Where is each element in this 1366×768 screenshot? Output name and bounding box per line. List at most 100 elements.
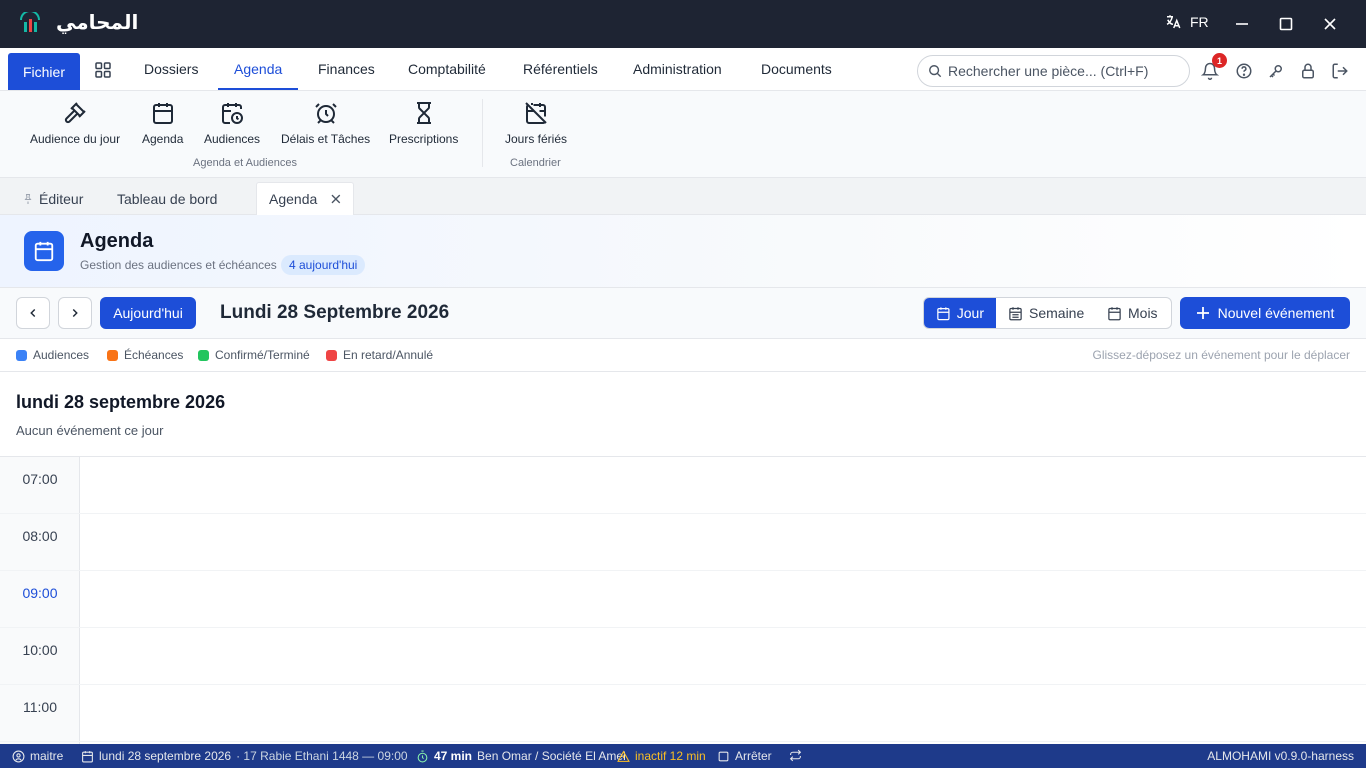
hour-slot[interactable]: 07:00: [0, 457, 1366, 514]
new-event-button[interactable]: Nouvel événement: [1180, 297, 1350, 329]
ribbon-jours-feries[interactable]: Jours fériés: [505, 101, 567, 151]
view-label: Semaine: [1029, 305, 1085, 321]
legend-dot: [107, 349, 118, 361]
ribbon-label: Délais et Tâches: [281, 132, 371, 146]
ribbon-audiences[interactable]: Audiences: [204, 101, 260, 151]
document-tabs: Éditeur Tableau de bord Agenda: [0, 178, 1366, 215]
timer-icon: [417, 750, 428, 762]
legend-dot: [16, 349, 27, 361]
legend-audiences: Audiences: [16, 348, 89, 362]
search-placeholder: Rechercher une pièce... (Ctrl+F): [948, 63, 1149, 79]
tab-agenda[interactable]: Agenda: [256, 182, 354, 215]
view-switcher: Jour Semaine Mois: [923, 297, 1172, 329]
legend-label: Audiences: [33, 348, 90, 362]
hour-slot[interactable]: 09:00: [0, 571, 1366, 628]
legend-label: En retard/Annulé: [343, 348, 434, 362]
status-client: Ben Omar / Société El Amel: [477, 749, 626, 763]
ribbon-prescriptions[interactable]: Prescriptions: [389, 101, 458, 151]
tab-close-icon[interactable]: [331, 194, 341, 204]
today-button[interactable]: Aujourd'hui: [100, 297, 196, 329]
stop-icon: [718, 751, 729, 761]
calendar-icon: [937, 306, 950, 320]
view-semaine-button[interactable]: Semaine: [996, 298, 1096, 328]
drag-hint: Glissez-déposez un événement pour le dép…: [1092, 348, 1350, 362]
maximize-icon: [1279, 17, 1293, 31]
pin-icon: [24, 193, 32, 204]
minimize-icon: [1236, 23, 1248, 25]
hour-slot[interactable]: 11:00: [0, 685, 1366, 742]
calendar-icon: [34, 241, 54, 262]
legend-dot: [198, 349, 209, 361]
close-button[interactable]: [1318, 12, 1342, 36]
status-user-name: maitre: [30, 749, 64, 763]
switch-timer-button[interactable]: [789, 749, 802, 762]
menu-comptabilite[interactable]: Comptabilité: [408, 48, 486, 90]
legend-dot: [326, 349, 337, 361]
menu-documents[interactable]: Documents: [761, 48, 832, 90]
menu-agenda[interactable]: Agenda: [234, 48, 282, 90]
menu-administration[interactable]: Administration: [633, 48, 722, 90]
menu-referentiels[interactable]: Référentiels: [523, 48, 598, 90]
ribbon-audience-du-jour[interactable]: Audience du jour: [30, 101, 120, 151]
user-icon: [12, 750, 25, 762]
calendar-icon: [82, 750, 93, 762]
legend-bar: Audiences Échéances Confirmé/Terminé En …: [0, 339, 1366, 372]
ribbon-group-calendrier: Calendrier: [510, 157, 561, 169]
current-date-title: Lundi 28 Septembre 2026: [220, 302, 450, 323]
tab-editeur[interactable]: Éditeur: [22, 182, 83, 215]
status-bar: maitre lundi 28 septembre 2026 · 17 Rabi…: [0, 744, 1366, 768]
calendar-month-icon: [1108, 306, 1121, 320]
status-hijri-date: · 17 Rabie Ethani 1448 — 09:00: [236, 749, 408, 763]
menu-active-indicator: [218, 88, 298, 90]
status-timer: 47 min Ben Omar / Société El Amel: [416, 749, 626, 763]
page-header: Agenda Gestion des audiences et échéance…: [0, 215, 1366, 288]
calendar-icon: [152, 103, 173, 124]
apps-grid-icon[interactable]: [94, 61, 112, 79]
menu-dossiers[interactable]: Dossiers: [144, 48, 198, 90]
status-inactive: inactif 12 min: [617, 749, 706, 763]
stop-timer-button[interactable]: Arrêter: [717, 749, 772, 763]
close-icon: [1324, 18, 1336, 30]
next-button[interactable]: [58, 297, 92, 329]
plus-icon: [1196, 307, 1209, 319]
key-icon[interactable]: [1267, 62, 1285, 80]
legend-label: Échéances: [124, 348, 184, 362]
warning-icon: [617, 750, 630, 762]
ribbon-delais-taches[interactable]: Délais et Tâches: [281, 101, 370, 151]
status-date-text: lundi 28 septembre 2026: [99, 749, 232, 763]
menu-finances[interactable]: Finances: [318, 48, 375, 90]
prev-button[interactable]: [16, 297, 50, 329]
legend-label: Confirmé/Terminé: [215, 348, 310, 362]
ribbon-label: Audiences: [204, 132, 261, 146]
day-time-grid: 07:00 08:00 09:00 10:00 11:00: [0, 457, 1366, 744]
app-version: ALMOHAMI v0.9.0-harness: [1207, 749, 1354, 763]
tab-tableau-de-bord[interactable]: Tableau de bord: [117, 182, 217, 215]
today-count-badge: 4 aujourd'hui: [281, 255, 366, 275]
page-subtitle: Gestion des audiences et échéances: [80, 258, 277, 272]
notification-badge: 1: [1212, 53, 1227, 68]
menu-fichier[interactable]: Fichier: [8, 53, 80, 90]
view-jour-button[interactable]: Jour: [924, 298, 996, 328]
ribbon-label: Audience du jour: [30, 132, 121, 146]
help-icon[interactable]: [1235, 62, 1253, 80]
hour-label: 11:00: [23, 699, 57, 715]
legend-echeances: Échéances: [107, 348, 183, 362]
legend-en-retard: En retard/Annulé: [326, 348, 433, 362]
logout-icon[interactable]: [1331, 62, 1349, 80]
hour-slot[interactable]: 10:00: [0, 628, 1366, 685]
minimize-button[interactable]: [1230, 12, 1254, 36]
language-switcher[interactable]: FR: [1164, 13, 1209, 31]
ribbon-label: Prescriptions: [389, 132, 459, 146]
maximize-button[interactable]: [1274, 12, 1298, 36]
ribbon: Audience du jour Agenda Audiences Délais…: [0, 91, 1366, 178]
search-input[interactable]: Rechercher une pièce... (Ctrl+F): [917, 55, 1190, 87]
ribbon-agenda[interactable]: Agenda: [142, 101, 183, 151]
legend-confirme: Confirmé/Terminé: [198, 348, 310, 362]
view-mois-button[interactable]: Mois: [1095, 298, 1170, 328]
view-label: Jour: [956, 305, 984, 321]
tab-label: Tableau de bord: [117, 190, 218, 207]
lock-icon[interactable]: [1299, 62, 1317, 80]
hourglass-icon: [416, 102, 431, 124]
ribbon-label: Jours fériés: [505, 132, 568, 146]
hour-slot[interactable]: 08:00: [0, 514, 1366, 571]
